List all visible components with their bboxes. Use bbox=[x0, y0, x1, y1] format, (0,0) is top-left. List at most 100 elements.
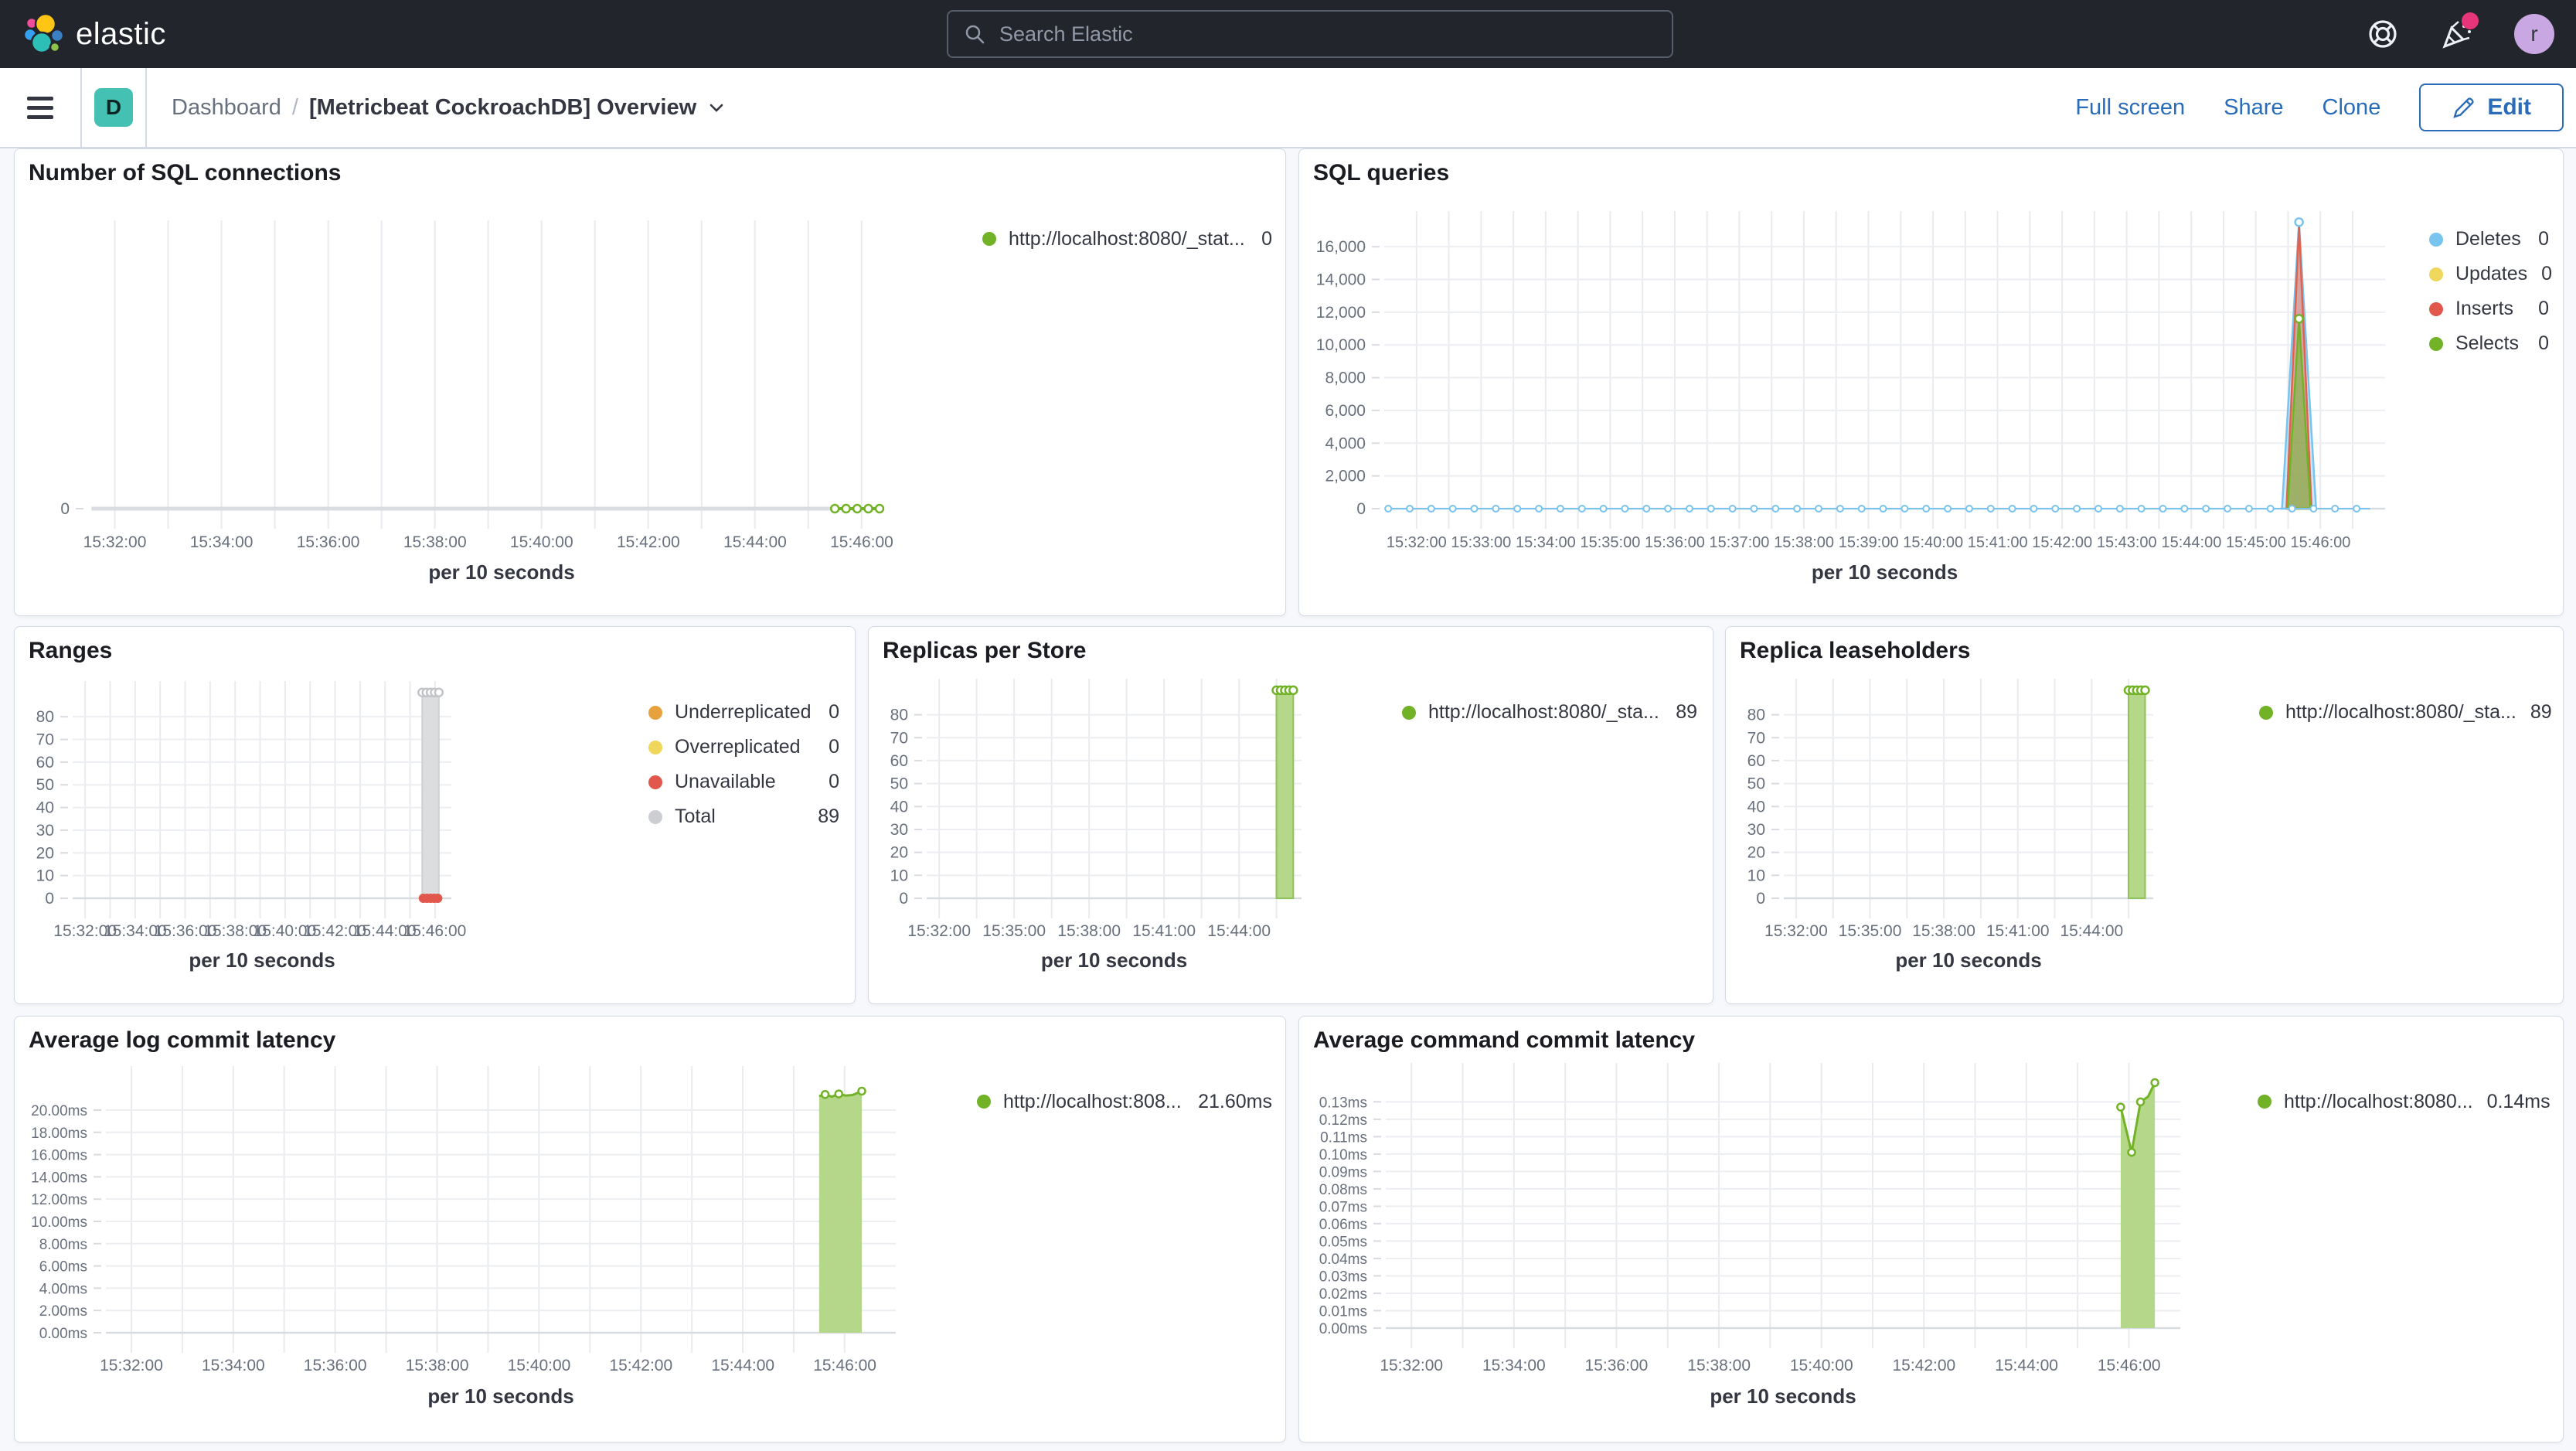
svg-text:40: 40 bbox=[890, 798, 908, 816]
chart-canvas[interactable]: 0 10 20 30 40 50 60 70 80 15:32:00 15:35:00 15:38:0… bbox=[869, 627, 1713, 1003]
legend-series-value: 0 bbox=[829, 771, 839, 792]
svg-text:16.00ms: 16.00ms bbox=[31, 1148, 87, 1164]
chart-canvas[interactable]: 0 10 20 30 40 50 60 70 80 15:32:00 15:35:00 15:38:0… bbox=[1726, 627, 2563, 1003]
svg-text:15:32:00: 15:32:00 bbox=[1387, 534, 1447, 551]
legend-item[interactable]: Updates 0 bbox=[2429, 257, 2552, 291]
chart-canvas[interactable]: 0 2,000 4,000 6,000 8,000 10,000 12,000 14,000 1… bbox=[1299, 149, 2563, 615]
hamburger-icon bbox=[27, 91, 53, 124]
page-title[interactable]: [Metricbeat CockroachDB] Overview bbox=[309, 95, 726, 121]
legend-item[interactable]: Overreplicated 0 bbox=[648, 730, 839, 765]
legend-item[interactable]: Total 89 bbox=[648, 799, 839, 834]
global-search[interactable] bbox=[947, 10, 1673, 58]
svg-text:0.02ms: 0.02ms bbox=[1319, 1286, 1367, 1303]
series-color-dot bbox=[648, 740, 662, 754]
avatar-initial: r bbox=[2530, 22, 2538, 46]
series-color-dot bbox=[982, 232, 996, 246]
chart-canvas[interactable]: 0.00ms 0.01ms 0.02ms 0.03ms 0.04ms 0.05ms 0.06… bbox=[1299, 1017, 2563, 1442]
legend-item[interactable]: http://localhost:808... 21.60ms bbox=[977, 1085, 1272, 1119]
search-input[interactable] bbox=[998, 21, 1656, 47]
series-color-dot bbox=[2429, 301, 2443, 316]
svg-text:60: 60 bbox=[890, 752, 908, 770]
breadcrumb-dashboard-link[interactable]: Dashboard bbox=[172, 95, 281, 121]
svg-text:15:35:00: 15:35:00 bbox=[982, 922, 1046, 940]
svg-text:15:32:00: 15:32:00 bbox=[100, 1357, 163, 1374]
svg-text:15:39:00: 15:39:00 bbox=[1839, 534, 1899, 551]
svg-text:14.00ms: 14.00ms bbox=[31, 1170, 87, 1186]
svg-text:15:41:00: 15:41:00 bbox=[1968, 534, 2028, 551]
svg-text:80: 80 bbox=[890, 707, 908, 724]
share-button[interactable]: Share bbox=[2224, 95, 2283, 121]
svg-text:60: 60 bbox=[1747, 752, 1765, 770]
series-color-dot bbox=[648, 705, 662, 720]
search-icon bbox=[965, 25, 985, 44]
svg-text:15:36:00: 15:36:00 bbox=[304, 1357, 367, 1374]
svg-text:15:38:00: 15:38:00 bbox=[406, 1357, 469, 1374]
svg-text:20: 20 bbox=[36, 844, 54, 862]
svg-text:15:41:00: 15:41:00 bbox=[1986, 922, 2050, 940]
legend-item[interactable]: Unavailable 0 bbox=[648, 765, 839, 799]
svg-text:15:44:00: 15:44:00 bbox=[2161, 534, 2221, 551]
svg-text:15:33:00: 15:33:00 bbox=[1451, 534, 1511, 551]
chart-legend: Deletes 0 Updates 0 Inserts 0 Selects 0 bbox=[2429, 222, 2552, 361]
dashboard-toolbar: D Dashboard / [Metricbeat CockroachDB] O… bbox=[0, 68, 2576, 148]
svg-text:0.01ms: 0.01ms bbox=[1319, 1303, 1367, 1320]
panel-title: Ranges bbox=[29, 638, 113, 663]
svg-text:15:45:00: 15:45:00 bbox=[2226, 534, 2286, 551]
svg-text:0: 0 bbox=[1356, 500, 1366, 518]
legend-series-label: Selects bbox=[2455, 332, 2519, 354]
legend-item[interactable]: Inserts 0 bbox=[2429, 291, 2549, 326]
svg-text:0.04ms: 0.04ms bbox=[1319, 1252, 1367, 1268]
legend-item[interactable]: Deletes 0 bbox=[2429, 222, 2549, 257]
svg-text:80: 80 bbox=[1747, 707, 1765, 724]
chart-canvas[interactable]: 0 15:32:00 15:34:00 15:36:00 15:38:00 15:40:0… bbox=[15, 149, 1285, 615]
panel-replicas-per-store: Replicas per Store 0 10 20 30 40 50 60 70 80 15:3… bbox=[868, 626, 1713, 1004]
svg-text:15:43:00: 15:43:00 bbox=[2097, 534, 2157, 551]
legend-item[interactable]: Underreplicated 0 bbox=[648, 695, 839, 730]
edit-button[interactable]: Edit bbox=[2419, 83, 2564, 131]
svg-text:0: 0 bbox=[899, 890, 908, 908]
svg-text:20.00ms: 20.00ms bbox=[31, 1103, 87, 1119]
svg-text:0.00ms: 0.00ms bbox=[39, 1326, 87, 1342]
menu-button[interactable] bbox=[0, 68, 80, 147]
legend-series-value: 0 bbox=[1261, 227, 1272, 250]
svg-text:10,000: 10,000 bbox=[1316, 336, 1366, 354]
svg-text:4,000: 4,000 bbox=[1325, 434, 1366, 452]
svg-text:15:40:00: 15:40:00 bbox=[510, 533, 573, 551]
full-screen-button[interactable]: Full screen bbox=[2075, 95, 2185, 121]
notification-badge bbox=[2462, 12, 2479, 29]
svg-text:30: 30 bbox=[890, 821, 908, 839]
svg-text:15:36:00: 15:36:00 bbox=[297, 533, 360, 551]
legend-item[interactable]: Selects 0 bbox=[2429, 326, 2549, 361]
panel-title: Average log commit latency bbox=[29, 1027, 336, 1053]
svg-text:0.10ms: 0.10ms bbox=[1319, 1147, 1367, 1163]
svg-text:0.11ms: 0.11ms bbox=[1320, 1129, 1367, 1146]
legend-item[interactable]: http://localhost:8080/_sta... 89 bbox=[1402, 695, 1697, 730]
svg-text:0.05ms: 0.05ms bbox=[1319, 1234, 1367, 1250]
svg-text:0: 0 bbox=[45, 890, 54, 908]
legend-series-label: Updates bbox=[2455, 263, 2528, 284]
svg-text:per 10 seconds: per 10 seconds bbox=[1812, 560, 1958, 584]
svg-text:15:46:00: 15:46:00 bbox=[403, 922, 467, 940]
legend-item[interactable]: http://localhost:8080/_sta... 89 bbox=[2259, 695, 2552, 730]
svg-text:6,000: 6,000 bbox=[1325, 402, 1366, 420]
svg-text:per 10 seconds: per 10 seconds bbox=[1041, 949, 1187, 972]
user-avatar[interactable]: r bbox=[2514, 14, 2554, 54]
legend-item[interactable]: http://localhost:8080... 0.14ms bbox=[2258, 1085, 2550, 1119]
legend-item[interactable]: http://localhost:8080/_stat... 0 bbox=[982, 222, 1272, 256]
clone-button[interactable]: Clone bbox=[2322, 95, 2381, 121]
help-button[interactable] bbox=[2366, 17, 2400, 51]
chart-legend: http://localhost:8080... 0.14ms bbox=[2258, 1085, 2550, 1119]
svg-text:0: 0 bbox=[60, 500, 70, 518]
dashboard-app-badge[interactable]: D bbox=[94, 88, 133, 127]
svg-text:per 10 seconds: per 10 seconds bbox=[427, 1385, 573, 1408]
svg-text:50: 50 bbox=[890, 775, 908, 793]
chart-canvas[interactable]: 0.00ms 2.00ms 4.00ms 6.00ms 8.00ms 10.00ms 12.… bbox=[15, 1017, 1285, 1442]
svg-text:2.00ms: 2.00ms bbox=[39, 1303, 87, 1320]
chevron-down-icon bbox=[710, 104, 723, 112]
panel-title: SQL queries bbox=[1313, 160, 1450, 186]
legend-series-label: Deletes bbox=[2455, 228, 2521, 250]
news-button[interactable] bbox=[2440, 12, 2479, 51]
legend-series-label: http://localhost:8080... bbox=[2284, 1090, 2473, 1112]
svg-text:15:46:00: 15:46:00 bbox=[2291, 534, 2351, 551]
elastic-logo[interactable]: elastic bbox=[23, 0, 166, 68]
